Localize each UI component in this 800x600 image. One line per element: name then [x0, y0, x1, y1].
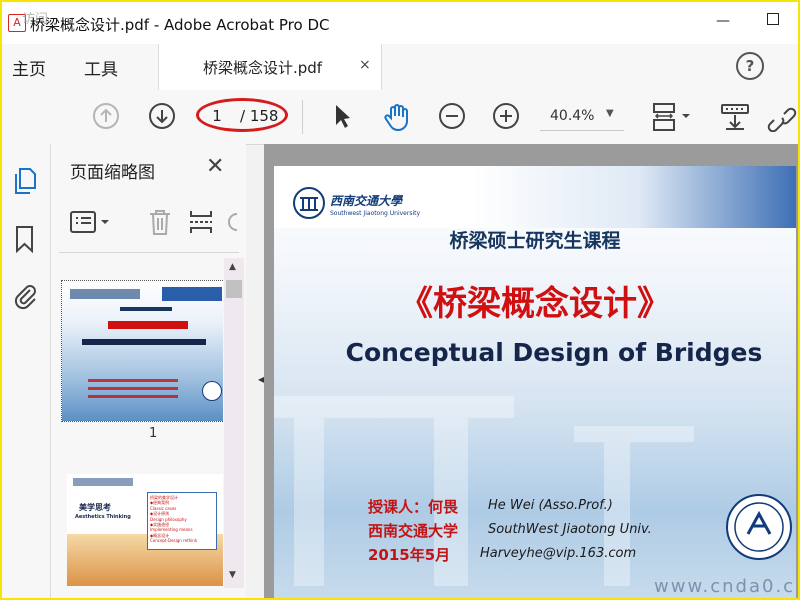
delete-icon[interactable] — [147, 208, 173, 236]
zoom-dropdown[interactable]: 40.4% ▼ — [540, 104, 624, 131]
maximize-icon — [767, 13, 779, 25]
options-menu-icon[interactable] — [69, 208, 113, 236]
pdf-page: 西南交通大學 Southwest Jiaotong University 桥梁硕… — [274, 166, 796, 598]
thumbnail-info — [88, 379, 178, 403]
zoom-in-icon[interactable] — [492, 102, 520, 130]
tools-menu[interactable]: 工具 — [84, 55, 118, 80]
scrollbar-thumb[interactable] — [226, 280, 242, 298]
thumbnails-toolbar — [69, 206, 249, 240]
university-name-en: Southwest Jiaotong University — [330, 210, 421, 217]
box-line: Concept-Design rethink — [150, 538, 198, 544]
slide-title-en: Conceptual Design of Bridges — [345, 338, 763, 367]
scroll-down-icon[interactable]: ▼ — [229, 570, 236, 580]
thumbnail-list: 1 美学思考 Aesthetics Thinking 桥梁的美学设计 ◆经典案例… — [59, 256, 223, 586]
school-en: SouthWest Jiaotong Univ. — [488, 522, 652, 537]
close-icon[interactable]: ✕ — [206, 154, 224, 179]
page-thumbnails-icon[interactable] — [12, 166, 38, 196]
home-menu[interactable]: 主页 — [12, 55, 46, 80]
scroll-up-icon[interactable]: ▲ — [229, 262, 236, 272]
university-logo-icon — [293, 187, 325, 219]
zoom-value: 40.4% — [550, 108, 595, 124]
maximize-button[interactable] — [762, 10, 784, 32]
scroll-mode-icon[interactable] — [720, 102, 750, 132]
tab-label: 桥梁概念设计.pdf — [203, 59, 323, 77]
school-cn: 西南交通大学 — [368, 522, 459, 540]
minimize-button[interactable]: — — [712, 10, 734, 32]
rotate-icon[interactable] — [225, 208, 239, 236]
chevron-down-icon: ▼ — [606, 108, 614, 119]
thumbnail-title-en — [82, 339, 206, 345]
thumbnail-page-1[interactable] — [61, 280, 223, 422]
email: Harveyhe@vip.163.com — [480, 546, 637, 561]
slide-title-cn: 《桥梁概念设计》 — [399, 284, 671, 324]
page-fit-icon[interactable] — [650, 102, 694, 132]
university-seal-icon — [726, 494, 792, 560]
thumbnail-seal — [202, 381, 222, 401]
course-name: 桥梁硕士研究生课程 — [449, 230, 621, 252]
window-title: 桥梁概念设计.pdf - Adobe Acrobat Pro DC — [30, 16, 330, 34]
site-watermark: www.cnda0.com — [654, 576, 796, 597]
annotation-oval — [196, 98, 288, 132]
insert-page-icon[interactable] — [187, 208, 217, 236]
attachment-icon[interactable] — [12, 280, 38, 310]
toolbar-divider — [302, 100, 303, 134]
thumbnail-scrollbar[interactable]: ▲ ▼ — [224, 258, 244, 588]
university-name-cn: 西南交通大學 — [330, 194, 403, 208]
previous-page-icon[interactable] — [92, 102, 120, 130]
thumbnail-left-sub: Aesthetics Thinking — [75, 514, 131, 520]
hand-tool-icon[interactable] — [382, 102, 412, 132]
thumbnails-title: 页面缩略图 — [70, 163, 155, 183]
thumbnails-panel: 页面缩略图 ✕ 1 美学思考 Aesthetics Thinking 桥梁的美学… — [51, 144, 246, 598]
title-bar: A 访问 桥梁概念设计.pdf - Adobe Acrobat Pro DC — — [2, 2, 798, 44]
toolbar: 1 / 158 40.4% ▼ — [2, 90, 798, 145]
thumbnail-banner — [162, 287, 222, 301]
lecturer-en: He Wei (Asso.Prof.) — [488, 498, 613, 513]
navigation-rail — [2, 144, 51, 598]
thumbnail-page-2[interactable]: 美学思考 Aesthetics Thinking 桥梁的美学设计 ◆经典案例 C… — [67, 474, 223, 586]
panel-divider — [59, 252, 239, 253]
tab-close-icon[interactable]: × — [359, 57, 371, 73]
thumbnail-logo — [73, 478, 133, 486]
background-gate-image — [274, 396, 694, 586]
help-icon[interactable]: ? — [736, 52, 764, 80]
bookmark-icon[interactable] — [12, 224, 38, 254]
thumbnail-title-cn — [108, 321, 188, 329]
lecturer-cn: 授课人：何畏 — [368, 498, 459, 516]
next-page-icon[interactable] — [148, 102, 176, 130]
zoom-out-icon[interactable] — [438, 102, 466, 130]
date-cn: 2015年5月 — [368, 546, 451, 564]
thumbnail-course — [120, 307, 172, 311]
menu-row: 主页 工具 桥梁概念设计.pdf × ? — [2, 44, 798, 91]
link-icon[interactable] — [766, 102, 798, 132]
thumbnail-content-box: 桥梁的美学设计 ◆经典案例 Classic cases ◆设计原则 Design… — [147, 492, 217, 550]
thumbnail-left-title: 美学思考 — [79, 503, 111, 512]
thumbnail-logo — [70, 289, 140, 299]
thumbnail-page-number: 1 — [149, 426, 158, 441]
document-tab[interactable]: 桥梁概念设计.pdf × — [158, 44, 382, 90]
select-cursor-icon[interactable] — [330, 102, 354, 130]
document-view[interactable]: 西南交通大學 Southwest Jiaotong University 桥梁硕… — [264, 144, 798, 598]
app-window: A 访问 桥梁概念设计.pdf - Adobe Acrobat Pro DC —… — [0, 0, 800, 600]
